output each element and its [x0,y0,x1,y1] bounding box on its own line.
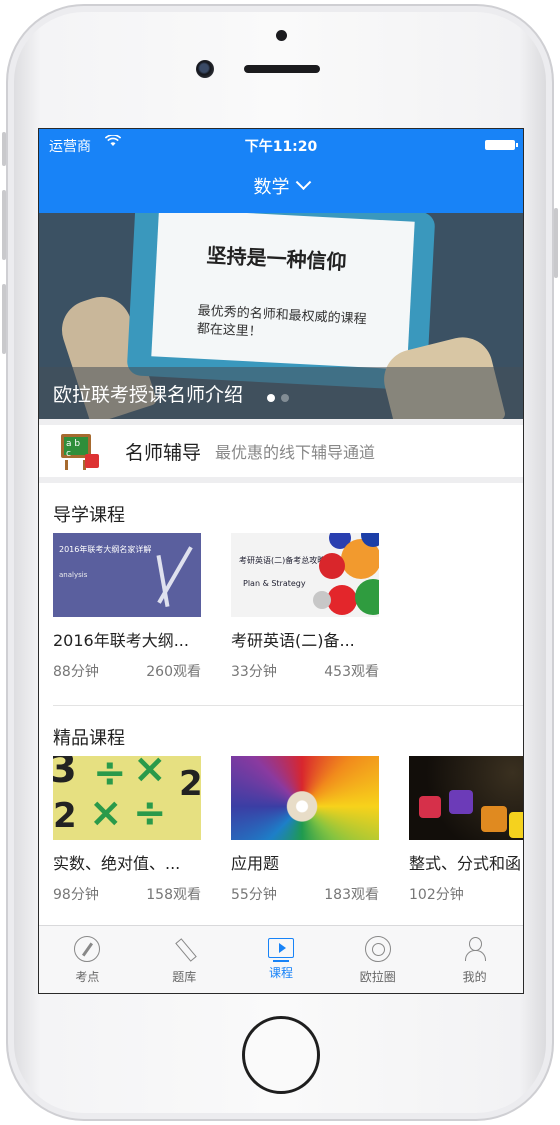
math-digit: 2 [179,764,201,804]
course-views: 260观看 [146,664,201,680]
home-button[interactable] [242,1016,320,1094]
nav-title: 数学 [253,177,290,198]
course-name: 整式、分式和函 [409,854,522,873]
course-thumbnail [231,756,379,840]
tab-label: 我的 [462,970,487,984]
course-name: 考研英语(二)备... [231,631,355,650]
dice-shape [481,806,507,832]
tab-me[interactable]: 我的 [426,926,523,993]
tutoring-entry[interactable]: a b c 名师辅导 最优惠的线下辅导通道 [39,419,523,483]
tab-exam-points[interactable]: 考点 [39,926,136,993]
course-card[interactable]: 整式、分式和函 102分钟 93 [409,756,523,904]
carousel-dot-active[interactable] [267,394,275,402]
banner-caption: 欧拉联考授课名师介绍 [53,384,244,406]
course-thumbnail: 2016年联考大纲名家详解 analysis [53,533,201,617]
volume-up-button [2,190,6,260]
tab-label: 题库 [172,970,197,984]
thumb-caption: 考研英语(二)备考总攻略 [239,556,326,565]
math-digit: 2 [53,796,77,836]
chalkboard-icon: a b c [59,432,99,470]
pencil-icon [171,936,197,962]
dice-shape [449,790,473,814]
banner-paper-title: 坚持是一种信仰 [206,242,348,275]
course-duration: 55分钟 [231,887,277,903]
thumb-caption-sub: Plan & Strategy [243,579,306,588]
course-views: 183观看 [324,887,379,903]
person-icon [462,936,488,962]
carousel-dot[interactable] [281,394,289,402]
guided-course-list: 2016年联考大纲名家详解 analysis 2016年联考大纲... 88分钟… [39,533,523,681]
earpiece-speaker [244,65,320,73]
course-meta: 55分钟 183观看 [231,884,379,904]
battery-icon [485,140,518,150]
dice-shape [509,812,523,838]
divide-symbol: ÷ [133,790,167,836]
video-screen-icon [267,938,294,962]
premium-course-list: 3 ÷ × 2 × ÷ 2 实数、绝对值、... 98分钟 158观看 应用题 … [39,756,523,904]
tab-question-bank[interactable]: 题库 [136,926,233,993]
course-duration: 33分钟 [231,664,277,680]
course-name: 2016年联考大纲... [53,631,189,650]
thumb-caption-sub: analysis [59,571,88,579]
tutoring-title: 名师辅导 [125,441,202,464]
banner-caption-bar: 欧拉联考授课名师介绍 [39,367,523,419]
front-sensor [276,30,287,41]
multiply-symbol: × [133,756,167,792]
course-duration: 102分钟 [409,887,464,903]
tab-euler-circle[interactable]: 欧拉圈 [329,926,426,993]
course-meta: 33分钟 453观看 [231,661,379,681]
course-card[interactable]: 2016年联考大纲名家详解 analysis 2016年联考大纲... 88分钟… [53,533,201,681]
tab-bar: 考点 题库 课程 欧拉圈 我的 [39,925,523,993]
course-card[interactable]: 应用题 55分钟 183观看 [231,756,379,904]
subject-selector[interactable]: 数学 [39,159,523,213]
chevron-down-icon [295,173,311,190]
course-views: 453观看 [324,664,379,680]
tab-label: 课程 [268,966,293,980]
course-duration: 88分钟 [53,664,99,680]
mute-switch [2,132,6,166]
course-name: 实数、绝对值、... [53,854,181,873]
tab-courses[interactable]: 课程 [233,926,330,993]
course-meta: 88分钟 260观看 [53,661,201,681]
course-views: 158观看 [146,887,201,903]
status-bar: 运营商 下午11:20 [39,129,523,159]
course-name: 应用题 [231,854,280,873]
tutoring-subtitle: 最优惠的线下辅导通道 [215,443,376,462]
decor-circle [327,585,357,615]
decor-circle [313,591,331,609]
tab-label: 欧拉圈 [359,970,396,984]
chalkboard-leg [65,460,68,470]
section-title-premium: 精品课程 [53,728,125,749]
course-duration: 98分钟 [53,887,99,903]
front-camera [196,60,214,78]
banner-paper: 坚持是一种信仰 最优秀的名师和最权威的课程都在这里！ [151,213,415,370]
carousel-dots [267,394,289,402]
course-meta: 102分钟 93 [409,884,523,904]
banner-paper-text: 最优秀的名师和最权威的课程都在这里！ [196,303,367,340]
volume-down-button [2,284,6,354]
banner-carousel[interactable]: 坚持是一种信仰 最优秀的名师和最权威的课程都在这里！ 欧拉联考授课名师介绍 [39,213,523,419]
tab-label: 考点 [75,970,100,984]
app-screen: 运营商 下午11:20 数学 坚持是一种信仰 最优秀的名师和最权威的课程都在这里… [38,128,524,994]
book-icon [85,454,99,468]
decor-circle [355,579,379,615]
course-card[interactable]: 3 ÷ × 2 × ÷ 2 实数、绝对值、... 98分钟 158观看 [53,756,201,904]
power-button [554,208,558,278]
exam-point-icon [74,936,101,962]
thumb-caption: 2016年联考大纲名家详解 [59,545,152,554]
math-digit: 3 [53,756,77,792]
decor-circle [319,553,345,579]
course-meta: 98分钟 158观看 [53,884,201,904]
course-thumbnail: 考研英语(二)备考总攻略 Plan & Strategy [231,533,379,617]
status-time: 下午11:20 [244,139,318,155]
section-title-guided: 导学课程 [53,505,125,526]
course-thumbnail [409,756,523,840]
course-card[interactable]: 考研英语(二)备考总攻略 Plan & Strategy 考研英语(二)备...… [231,533,379,681]
aperture-icon [364,936,391,962]
course-thumbnail: 3 ÷ × 2 × ÷ 2 [53,756,201,840]
dice-shape [419,796,441,818]
multiply-symbol: × [89,790,123,836]
